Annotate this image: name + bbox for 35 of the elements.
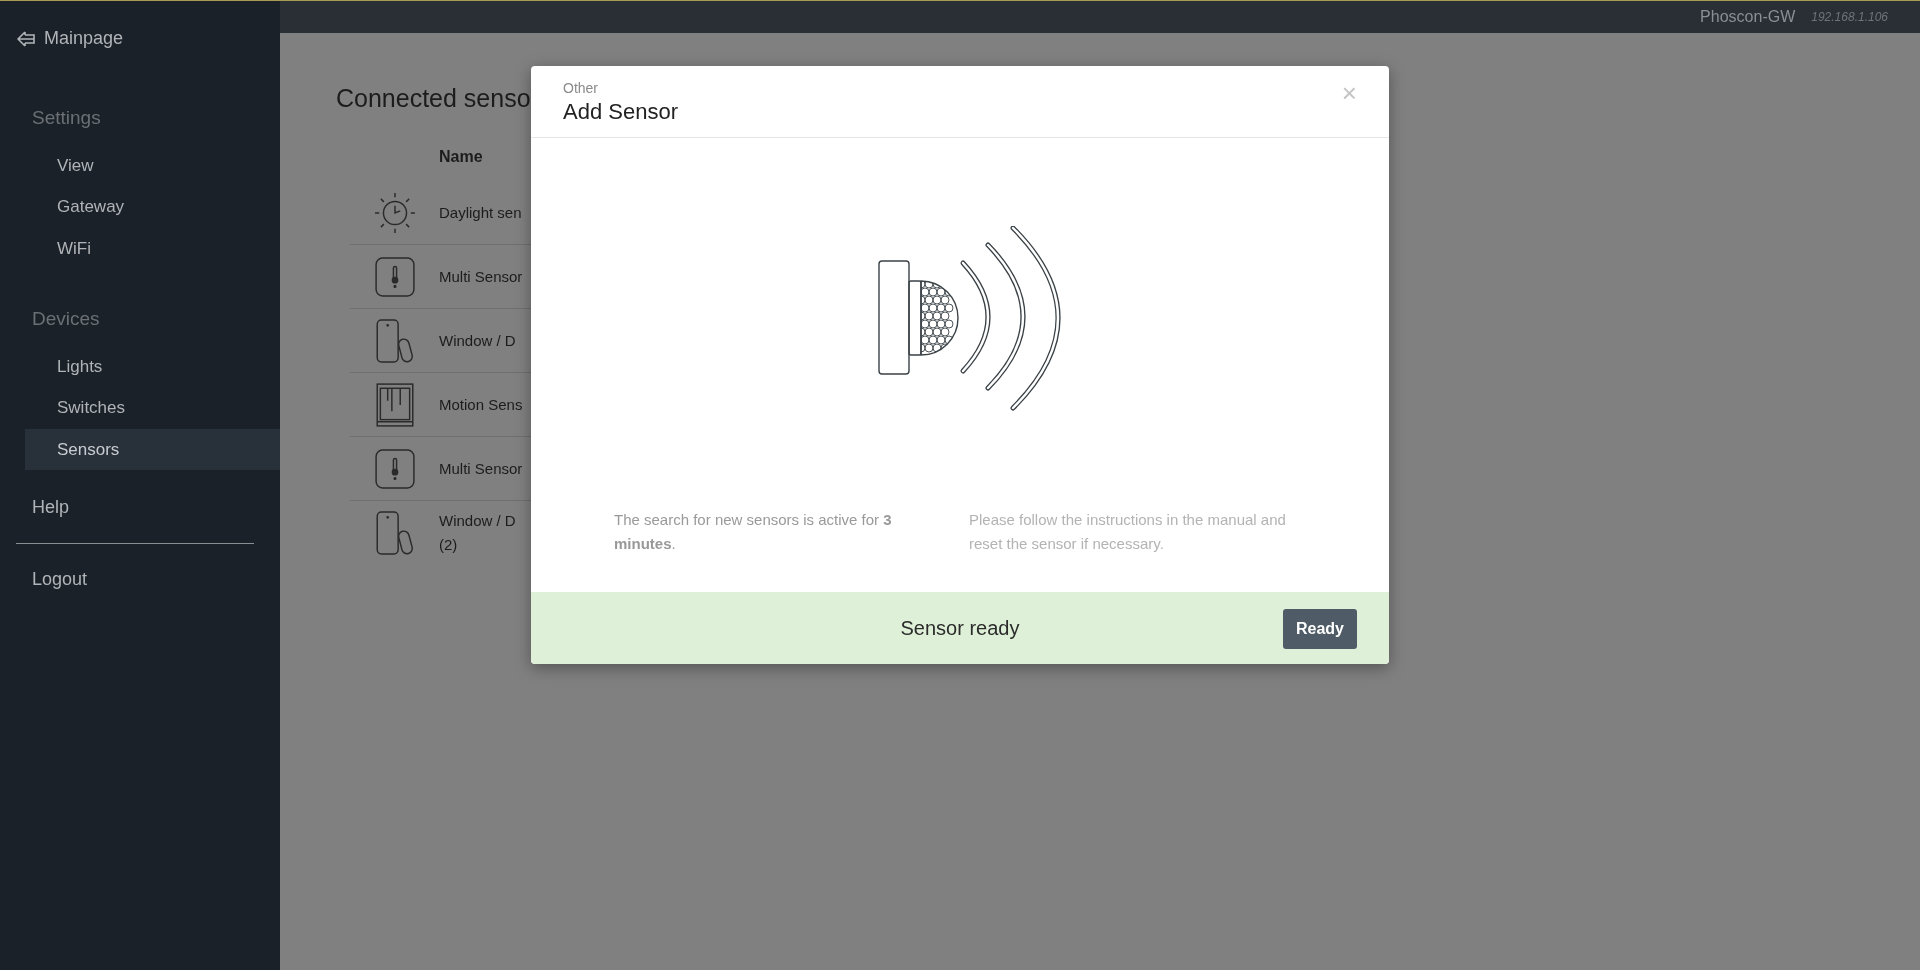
section-heading: Devices bbox=[31, 307, 101, 331]
search-info-text: The search for new sensors is active for 3 minutes. bbox=[614, 510, 893, 555]
thermometer-icon bbox=[373, 447, 416, 490]
dialog-category: Other bbox=[563, 79, 598, 98]
status-text: Sensor ready bbox=[900, 616, 1020, 642]
panel-icon bbox=[373, 381, 416, 428]
help-link[interactable]: Help bbox=[0, 494, 280, 521]
sun-clock-icon bbox=[373, 191, 416, 234]
ip-address: 192.168.1.106 bbox=[1811, 9, 1888, 26]
logout-link[interactable]: Logout bbox=[0, 566, 280, 593]
page-title: Connected senso bbox=[336, 83, 531, 113]
sensor-name: (2) bbox=[439, 535, 459, 555]
instruction-text: Please follow the instructions in the manual and reset the sensor if necessary. bbox=[969, 510, 1287, 555]
ready-button[interactable]: Ready bbox=[1282, 609, 1357, 650]
sensor-name: Window / D bbox=[439, 511, 516, 531]
sidebar-item[interactable]: Gateway bbox=[25, 186, 280, 228]
sidebar-item[interactable]: Lights bbox=[25, 345, 280, 387]
section-heading: Settings bbox=[31, 106, 102, 130]
sidebar-item[interactable]: View bbox=[25, 144, 280, 186]
sidebar-item[interactable]: WiFi bbox=[25, 227, 280, 269]
dialog-title: Add Sensor bbox=[563, 99, 678, 126]
sensor-name: Multi Sensor bbox=[439, 266, 523, 287]
sensor-name: Daylight sen bbox=[439, 202, 522, 223]
sidebar-item[interactable]: Sensors bbox=[25, 428, 280, 470]
column-header: Name bbox=[438, 147, 484, 167]
sensor-name: Multi Sensor bbox=[439, 458, 523, 479]
door-sensor-icon bbox=[373, 510, 416, 556]
gateway-name: Phoscon-GW bbox=[1700, 7, 1796, 27]
door-sensor-icon bbox=[373, 317, 416, 364]
back-arrow-icon bbox=[16, 29, 36, 48]
back-link[interactable]: Mainpage bbox=[0, 1, 280, 52]
thermometer-icon bbox=[373, 255, 416, 298]
sensor-name: Motion Sens bbox=[439, 394, 523, 415]
sidebar-item[interactable]: Switches bbox=[25, 387, 280, 429]
sensor-name: Window / D bbox=[439, 330, 516, 351]
